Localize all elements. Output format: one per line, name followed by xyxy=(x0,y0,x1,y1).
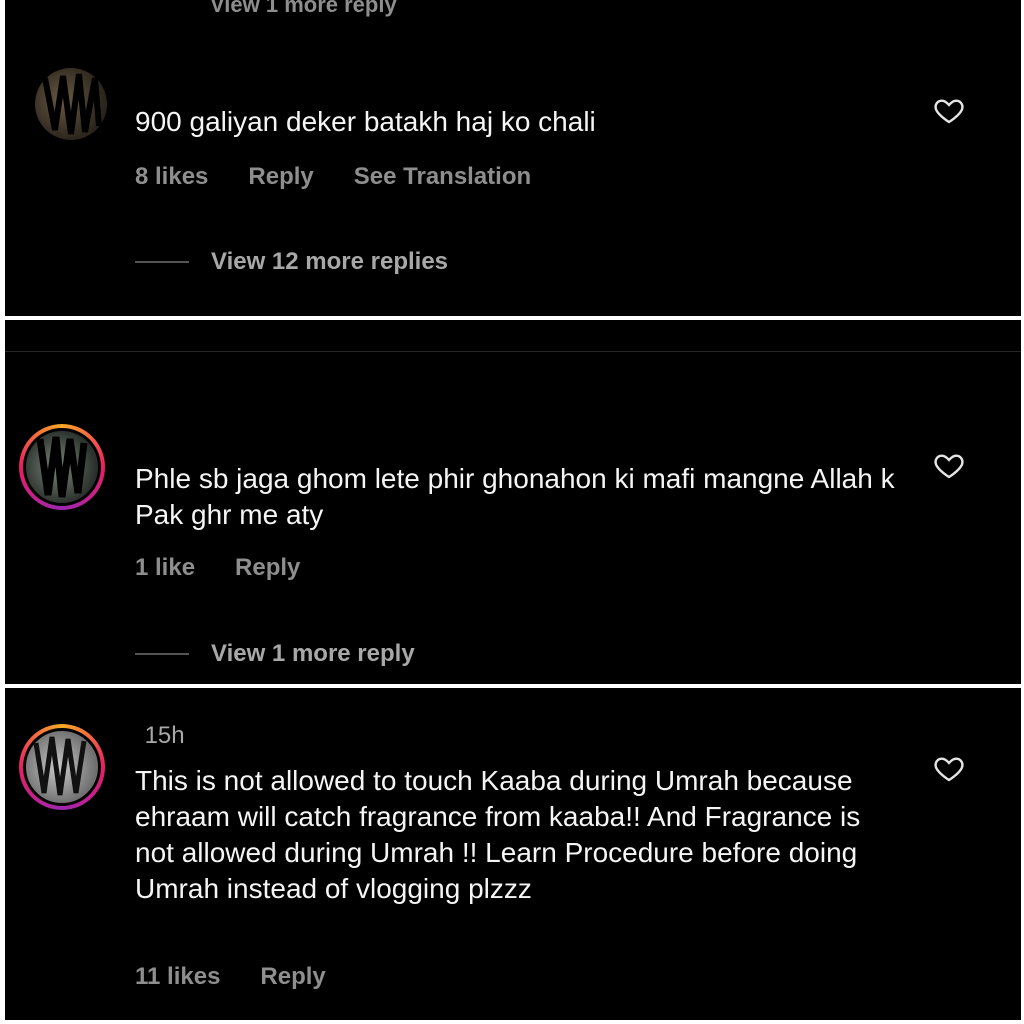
view-replies-partial[interactable]: View 1 more reply xyxy=(210,0,397,18)
comment-timestamp: 15h xyxy=(144,722,185,749)
redaction-scribble xyxy=(36,436,88,498)
avatar-image xyxy=(23,728,101,806)
comment-text: 900 galiyan deker batakh haj ko chali xyxy=(135,106,596,137)
comment-actions: 11 likes Reply xyxy=(135,963,326,991)
reply-button[interactable]: Reply xyxy=(235,554,300,582)
reply-button[interactable]: Reply xyxy=(248,163,313,191)
commenter-avatar[interactable] xyxy=(19,724,105,810)
likes-count[interactable]: 8 likes xyxy=(135,163,208,191)
reply-button[interactable]: Reply xyxy=(260,963,325,991)
commenter-avatar[interactable] xyxy=(19,424,105,510)
replies-divider xyxy=(135,261,189,263)
see-translation-button[interactable]: See Translation xyxy=(354,163,531,191)
view-replies-toggle[interactable]: View 1 more reply xyxy=(135,640,415,668)
heart-outline-icon[interactable] xyxy=(933,94,965,126)
comment-panel-3: 15h This is not allowed to touch Kaaba d… xyxy=(5,688,1021,1020)
comment-panel-1: View 1 more reply 900 galiyan deker bata… xyxy=(5,0,1021,316)
comment-panel-2: Phle sb jaga ghom lete phir ghonahon ki … xyxy=(5,320,1021,684)
comment-actions: 8 likes Reply See Translation xyxy=(135,163,531,191)
username[interactable]: 15h xyxy=(135,722,185,750)
comment-actions: 1 like Reply xyxy=(135,554,300,582)
divider xyxy=(5,351,1021,352)
heart-outline-icon[interactable] xyxy=(933,752,965,784)
view-replies-label[interactable]: View 12 more replies xyxy=(211,248,448,276)
comment-text: Phle sb jaga ghom lete phir ghonahon ki … xyxy=(135,463,895,530)
replies-divider xyxy=(135,653,189,655)
view-replies-toggle[interactable]: View 12 more replies xyxy=(135,248,448,276)
avatar-image xyxy=(23,428,101,506)
view-replies-label[interactable]: View 1 more reply xyxy=(211,640,415,668)
redaction-scribble xyxy=(33,736,87,796)
commenter-avatar[interactable] xyxy=(35,68,107,140)
likes-count[interactable]: 1 like xyxy=(135,554,195,582)
comment-text: This is not allowed to touch Kaaba durin… xyxy=(135,765,861,904)
likes-count[interactable]: 11 likes xyxy=(135,963,220,991)
redaction-scribble xyxy=(42,73,102,135)
heart-outline-icon[interactable] xyxy=(933,449,965,481)
